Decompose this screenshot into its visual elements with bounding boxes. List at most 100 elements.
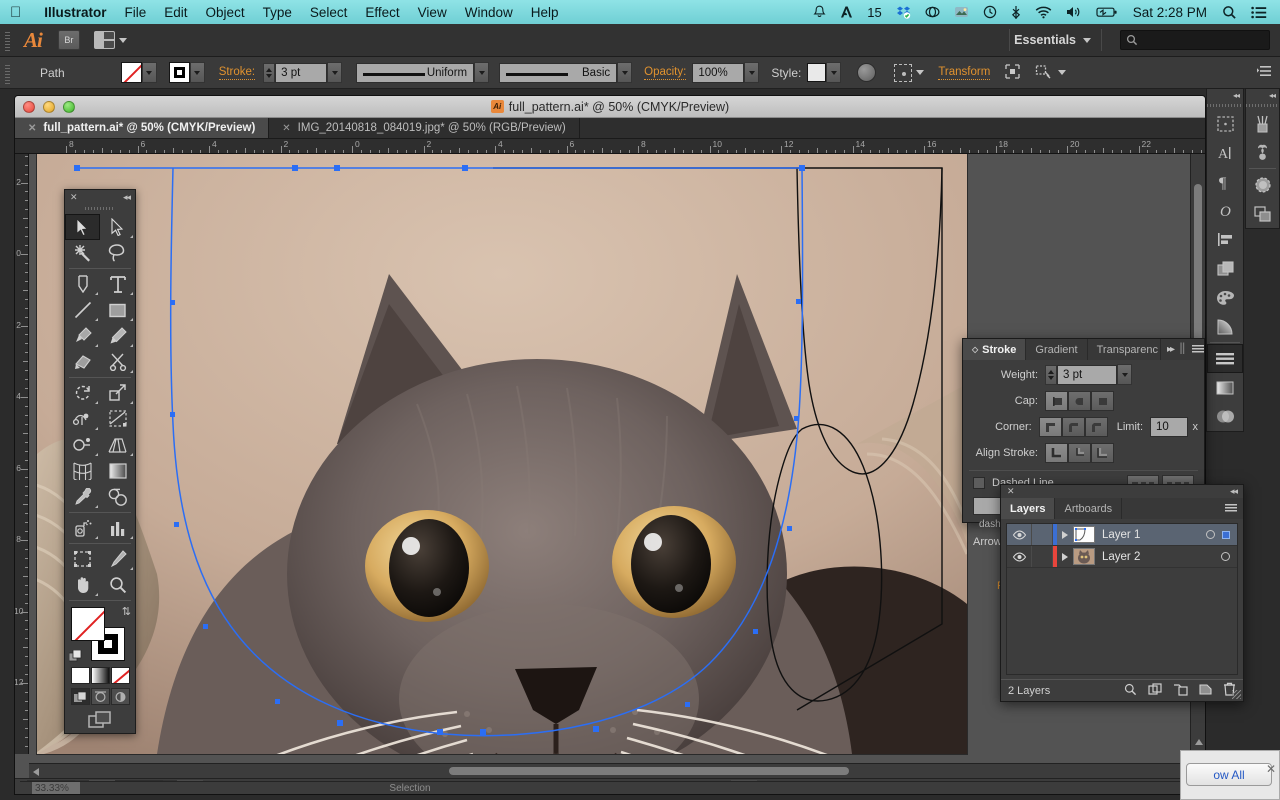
- controlbar-grip[interactable]: [3, 61, 12, 84]
- menu-effect[interactable]: Effect: [356, 5, 408, 20]
- show-all-button[interactable]: ow All: [1186, 763, 1272, 786]
- gradient-button[interactable]: [90, 667, 110, 684]
- layer-target-indicator[interactable]: [1206, 530, 1215, 539]
- layer-target-indicator[interactable]: [1221, 552, 1230, 561]
- app-status-icon[interactable]: [947, 5, 976, 19]
- tab-artboards[interactable]: Artboards: [1055, 498, 1123, 519]
- menu-object[interactable]: Object: [197, 5, 254, 20]
- scissors-tool[interactable]: [100, 349, 135, 375]
- blob-brush-tool[interactable]: [65, 349, 100, 375]
- tab-gradient[interactable]: Gradient: [1026, 339, 1088, 360]
- slice-tool[interactable]: [100, 546, 135, 572]
- swap-fill-stroke-icon[interactable]: ⇅: [122, 605, 131, 618]
- close-icon[interactable]: ✕: [1007, 486, 1015, 497]
- tools-panel-header[interactable]: ✕ ◂◂: [65, 190, 135, 204]
- isolate-selected-object-icon[interactable]: [894, 63, 913, 82]
- round-cap-button[interactable]: [1068, 391, 1091, 411]
- lasso-tool[interactable]: [100, 240, 135, 266]
- gradient-panel-icon[interactable]: [1207, 373, 1243, 402]
- stroke-weight-input[interactable]: 3 pt: [275, 62, 328, 83]
- variable-width-profile[interactable]: Uniform: [356, 62, 475, 83]
- fill-color-swatch[interactable]: [120, 62, 142, 83]
- workspace-switcher[interactable]: Essentials: [1005, 29, 1280, 51]
- dock-collapse-b[interactable]: ◂◂: [1246, 89, 1279, 102]
- dashed-line-checkbox[interactable]: [973, 477, 985, 489]
- color-panel-icon[interactable]: [1207, 283, 1243, 312]
- paragraph-panel-icon[interactable]: ¶: [1207, 167, 1243, 196]
- weight-stepper[interactable]: [1045, 364, 1057, 385]
- layers-panel-menu[interactable]: [1219, 498, 1243, 519]
- resize-grip[interactable]: [1232, 690, 1241, 699]
- magic-wand-tool[interactable]: [65, 240, 100, 266]
- align-outside-button[interactable]: [1091, 443, 1114, 463]
- weight-input[interactable]: 3 pt: [1057, 364, 1117, 385]
- graphic-styles-panel-icon[interactable]: [1246, 199, 1279, 228]
- close-icon[interactable]: ✕: [1266, 762, 1276, 776]
- layers-list[interactable]: Layer 1 Layer 2: [1006, 523, 1238, 675]
- align-to-selection-icon[interactable]: [1004, 63, 1021, 83]
- panel-menu-icon[interactable]: [1191, 345, 1204, 354]
- tab-transparency[interactable]: Transparenc: [1088, 339, 1161, 360]
- chevron-down-icon[interactable]: [916, 70, 925, 75]
- hand-tool[interactable]: [65, 572, 100, 598]
- stroke-weight-label[interactable]: Stroke:: [218, 66, 256, 80]
- menu-type[interactable]: Type: [254, 5, 301, 20]
- tab-layers[interactable]: Layers: [1001, 498, 1056, 519]
- dropbox-icon[interactable]: [889, 5, 918, 19]
- layers-panel-header[interactable]: ✕ ◂◂: [1001, 485, 1243, 498]
- menu-help[interactable]: Help: [522, 5, 568, 20]
- width-profile-dropdown[interactable]: [474, 62, 490, 83]
- volume-icon[interactable]: [1059, 5, 1089, 19]
- shape-options-icon[interactable]: [1035, 63, 1052, 83]
- transparency-panel-icon[interactable]: [1207, 402, 1243, 431]
- menu-view[interactable]: View: [409, 5, 456, 20]
- paintbrush-tool[interactable]: [65, 323, 100, 349]
- shape-builder-tool[interactable]: [65, 432, 100, 458]
- menu-file[interactable]: File: [116, 5, 156, 20]
- layer-name[interactable]: Layer 2: [1102, 551, 1140, 563]
- battery-icon[interactable]: [1089, 5, 1125, 19]
- ruler-corner[interactable]: [15, 139, 29, 154]
- opacity-label[interactable]: Opacity:: [644, 66, 687, 80]
- vertical-ruler[interactable]: 42024681012: [15, 154, 29, 754]
- symbol-sprayer-tool[interactable]: [65, 515, 100, 541]
- perspective-grid-tool[interactable]: [100, 432, 135, 458]
- layer-visibility-toggle[interactable]: [1007, 551, 1031, 562]
- menu-window[interactable]: Window: [456, 5, 522, 20]
- horizontal-scroll-thumb[interactable]: [449, 767, 849, 775]
- document-tab-img-jpg[interactable]: ✕ IMG_20140818_084019.jpg* @ 50% (RGB/Pr…: [269, 118, 580, 138]
- control-panel-menu-button[interactable]: [1257, 65, 1280, 80]
- appearance-panel-icon[interactable]: [1246, 170, 1279, 199]
- close-icon[interactable]: ✕: [70, 192, 78, 203]
- fill-swatch-large[interactable]: [71, 607, 105, 641]
- opacity-input[interactable]: 100%: [692, 62, 745, 83]
- round-join-button[interactable]: [1061, 417, 1085, 437]
- chevron-down-icon[interactable]: [1058, 70, 1067, 75]
- panel-menu-icon[interactable]: [1225, 504, 1237, 513]
- menu-bar-clock[interactable]: Sat 2:28 PM: [1125, 5, 1215, 20]
- creative-cloud-icon[interactable]: [918, 5, 947, 19]
- close-icon[interactable]: ✕: [28, 123, 36, 134]
- free-transform-tool[interactable]: [100, 406, 135, 432]
- create-new-sublayer-button[interactable]: [1173, 683, 1188, 699]
- apple-menu-icon[interactable]: : [10, 5, 21, 20]
- rectangle-tool[interactable]: [100, 297, 135, 323]
- opacity-dropdown[interactable]: [744, 62, 760, 83]
- align-panel-icon[interactable]: [1207, 225, 1243, 254]
- draw-behind-button[interactable]: [90, 688, 110, 705]
- character-panel-icon[interactable]: A: [1207, 138, 1243, 167]
- layer-lock-toggle[interactable]: [1031, 524, 1053, 545]
- none-button[interactable]: [110, 667, 130, 684]
- pencil-tool[interactable]: [100, 323, 135, 349]
- screen-mode-button[interactable]: [65, 708, 135, 733]
- width-tool[interactable]: [65, 406, 100, 432]
- appbar-grip[interactable]: [3, 29, 12, 51]
- artboard-tool[interactable]: [65, 546, 100, 572]
- expand-icon[interactable]: ▸▸: [1167, 344, 1175, 355]
- symbols-panel-icon[interactable]: [1246, 138, 1279, 167]
- menu-edit[interactable]: Edit: [155, 5, 196, 20]
- line-segment-tool[interactable]: [65, 297, 100, 323]
- miter-join-button[interactable]: [1038, 417, 1062, 437]
- stroke-panel-icon[interactable]: [1207, 344, 1243, 373]
- bridge-button[interactable]: Br: [57, 30, 80, 50]
